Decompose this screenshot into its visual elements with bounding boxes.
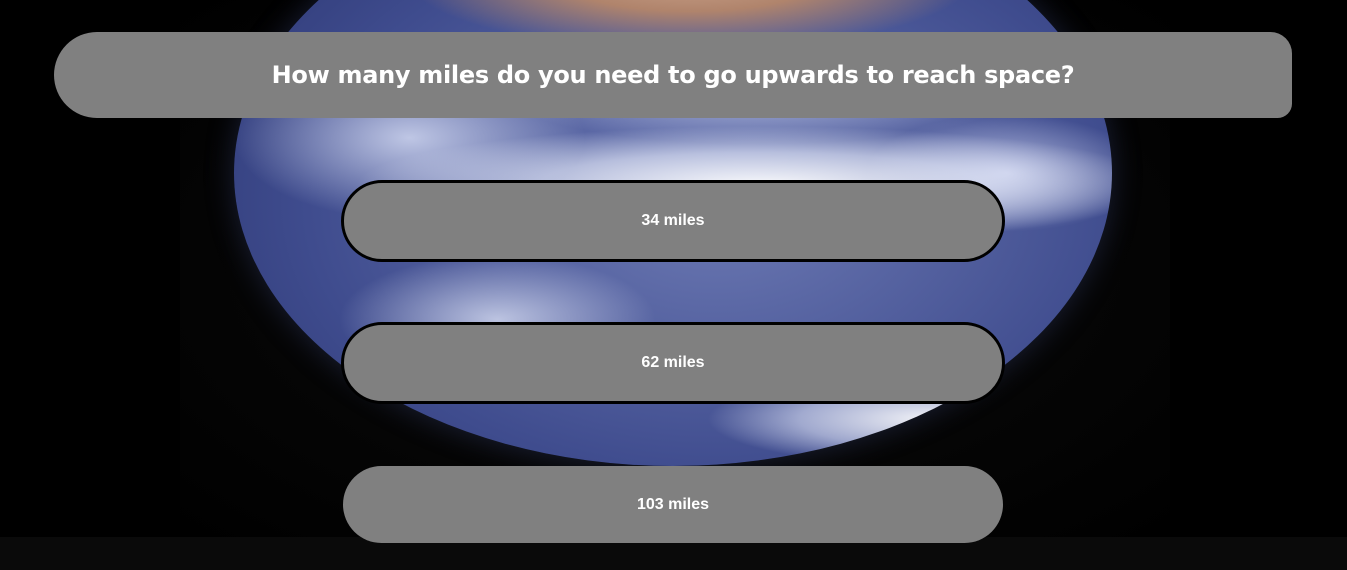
quiz-stage: How many miles do you need to go upwards… — [0, 0, 1347, 570]
answer-button-3[interactable]: 103 miles — [343, 466, 1003, 543]
question-text: How many miles do you need to go upwards… — [271, 61, 1075, 89]
answer-label: 34 miles — [641, 212, 705, 229]
answer-button-1[interactable]: 34 miles — [341, 180, 1005, 262]
answer-button-2[interactable]: 62 miles — [341, 322, 1005, 404]
answer-label: 62 miles — [641, 354, 705, 371]
answer-label: 103 miles — [636, 495, 710, 513]
question-panel: How many miles do you need to go upwards… — [54, 32, 1292, 118]
